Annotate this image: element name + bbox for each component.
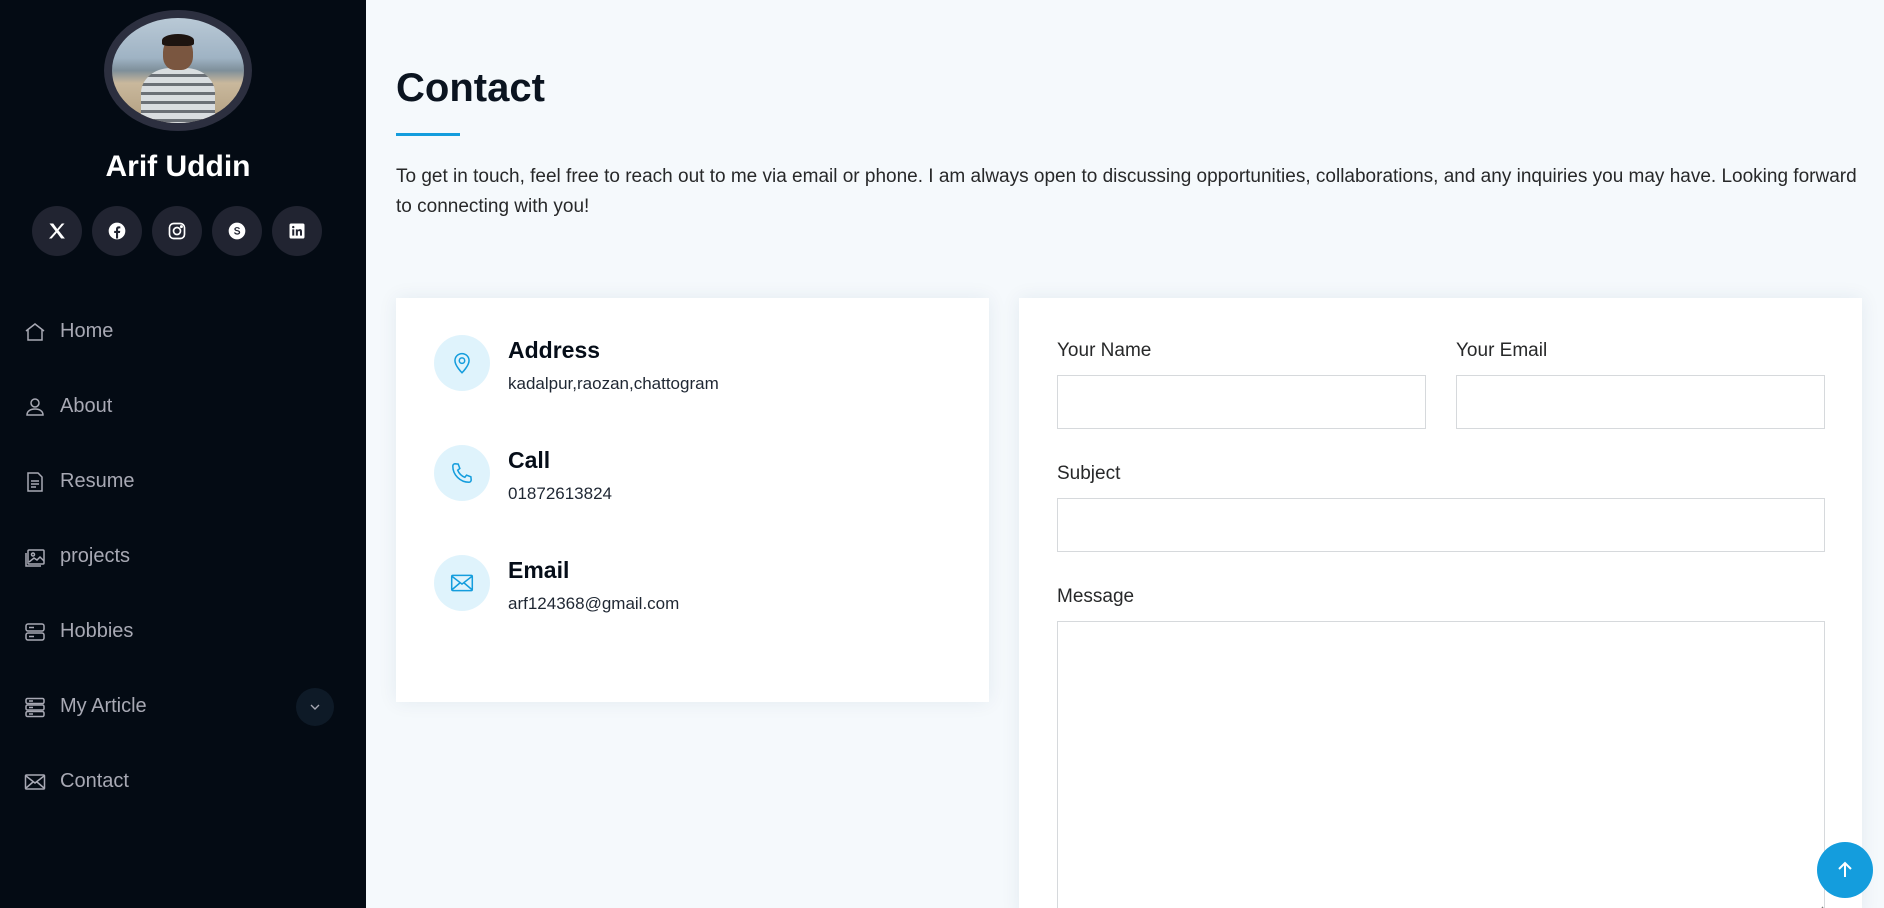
profile-photo: [112, 18, 244, 123]
title-underline: [396, 133, 460, 136]
name-label: Your Name: [1057, 340, 1152, 361]
main-content: Contact To get in touch, feel free to re…: [366, 0, 1884, 908]
nav-label-home: Home: [60, 320, 114, 342]
instagram-link[interactable]: [152, 206, 202, 256]
social-links: [32, 206, 322, 256]
instagram-icon: [168, 222, 186, 240]
images-icon: [22, 544, 48, 570]
page-title: Contact: [396, 66, 545, 110]
nav-item-about[interactable]: About: [0, 369, 366, 444]
skype-icon: [228, 222, 246, 240]
subject-label: Subject: [1057, 463, 1121, 484]
linkedin-icon: [289, 223, 305, 239]
nav-label-hobbies: Hobbies: [60, 620, 134, 642]
envelope-icon: [434, 555, 490, 611]
call-row: Call 01872613824: [434, 445, 612, 504]
phone-icon: [434, 445, 490, 501]
name-field[interactable]: [1057, 375, 1426, 429]
skype-link[interactable]: [212, 206, 262, 256]
nav-item-hobbies[interactable]: Hobbies: [0, 594, 366, 669]
facebook-icon: [108, 222, 126, 240]
email-row: Email arf124368@gmail.com: [434, 555, 679, 614]
contact-info-card: Address kadalpur,raozan,chattogram Call …: [396, 298, 989, 702]
back-to-top-button[interactable]: [1817, 842, 1873, 898]
location-pin-icon: [434, 335, 490, 391]
subject-field[interactable]: [1057, 498, 1825, 552]
email-label: Your Email: [1456, 340, 1548, 361]
nav-label-resume: Resume: [60, 470, 135, 492]
message-label: Message: [1057, 586, 1135, 607]
message-field[interactable]: [1057, 621, 1825, 908]
call-title: Call: [508, 447, 551, 473]
email-field[interactable]: [1456, 375, 1825, 429]
sidebar: Arif Uddin Home About Resume projects Ho…: [0, 0, 366, 908]
linkedin-link[interactable]: [272, 206, 322, 256]
facebook-link[interactable]: [92, 206, 142, 256]
dropdown-toggle[interactable]: [296, 687, 334, 726]
x-twitter-icon: [49, 223, 65, 239]
main-nav: Home About Resume projects Hobbies My Ar…: [0, 294, 366, 819]
nav-label-my-article: My Article: [60, 695, 147, 717]
address-row: Address kadalpur,raozan,chattogram: [434, 335, 719, 394]
address-title: Address: [508, 337, 601, 363]
intro-text: To get in touch, feel free to reach out …: [396, 166, 1857, 217]
server-icon: [22, 619, 48, 645]
call-value: 01872613824: [508, 484, 613, 503]
avatar: [104, 10, 252, 131]
person-icon: [22, 394, 48, 420]
nav-item-contact[interactable]: Contact: [0, 744, 366, 819]
file-text-icon: [22, 469, 48, 495]
profile-name: Arif Uddin: [105, 150, 251, 183]
menu-stack-icon: [22, 694, 48, 720]
email-title: Email: [508, 557, 570, 583]
nav-label-contact: Contact: [60, 770, 129, 792]
house-icon: [22, 319, 48, 345]
nav-item-resume[interactable]: Resume: [0, 444, 366, 519]
nav-item-projects[interactable]: projects: [0, 519, 366, 594]
nav-label-projects: projects: [60, 545, 131, 567]
nav-item-my-article[interactable]: My Article: [0, 669, 366, 744]
contact-form: Your Name Your Email Subject Message: [1019, 298, 1862, 908]
chevron-down-icon: [310, 704, 320, 710]
arrow-up-icon: [1838, 861, 1852, 877]
nav-label-about: About: [60, 395, 113, 417]
twitter-link[interactable]: [32, 206, 82, 256]
address-value: kadalpur,raozan,chattogram: [508, 374, 719, 393]
envelope-icon: [22, 769, 48, 795]
nav-item-home[interactable]: Home: [0, 294, 366, 369]
email-value: arf124368@gmail.com: [508, 594, 680, 613]
